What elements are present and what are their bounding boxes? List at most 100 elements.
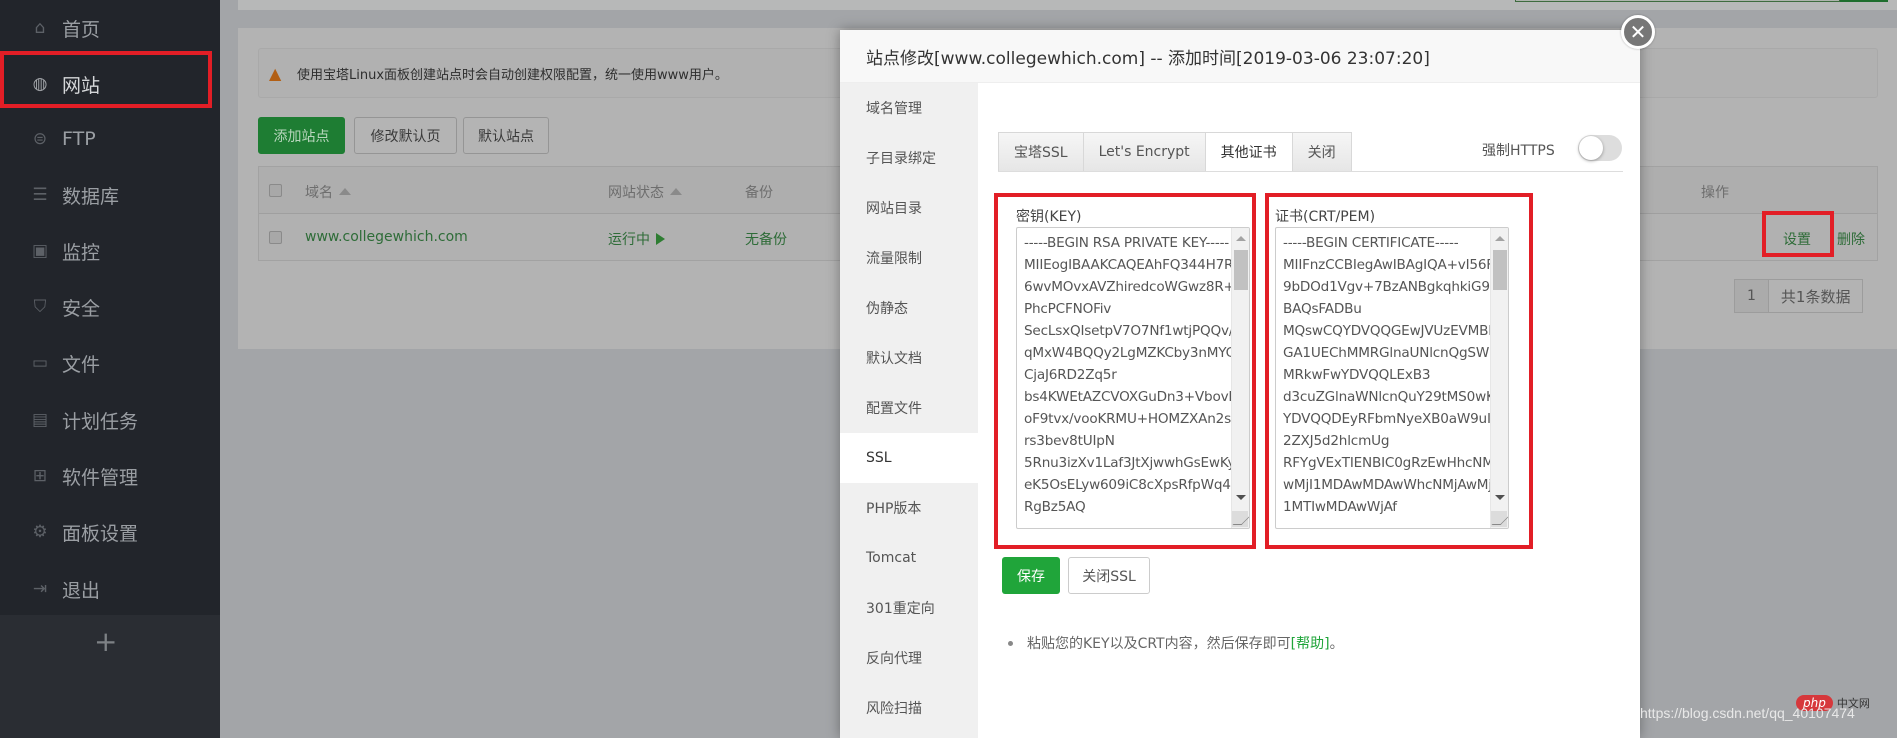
cert-scrollbar[interactable] [1490, 228, 1508, 528]
tabs-divider [998, 171, 1623, 172]
scroll-up-icon[interactable] [1236, 236, 1246, 241]
tab-close[interactable]: 关闭 [1291, 132, 1352, 172]
add-icon[interactable]: + [94, 625, 117, 658]
scroll-up-icon[interactable] [1495, 236, 1505, 241]
nav-item-subdir[interactable]: 子目录绑定 [840, 133, 978, 183]
search-input[interactable] [1515, 0, 1840, 2]
ftp-icon: ⊜ [32, 129, 48, 149]
nav-item-config-file[interactable]: 配置文件 [840, 383, 978, 433]
nav-item-risk-scan[interactable]: 风险扫描 [840, 683, 978, 733]
nav-item-rewrite[interactable]: 伪静态 [840, 283, 978, 333]
site-status[interactable]: 运行中 [608, 229, 665, 249]
sidebar-item-security[interactable]: ⛉ 安全 [0, 279, 220, 335]
site-domain-link[interactable]: www.collegewhich.com [305, 229, 468, 245]
play-icon [656, 233, 665, 245]
sidebar-item-label: 计划任务 [62, 410, 139, 433]
resize-grip-icon[interactable] [1491, 511, 1507, 527]
nav-item-tomcat[interactable]: Tomcat [840, 533, 978, 583]
scroll-thumb[interactable] [1234, 250, 1248, 290]
force-https-toggle[interactable] [1578, 135, 1622, 161]
column-domain[interactable]: 域名 [305, 182, 351, 202]
help-link[interactable]: [帮助] [1291, 633, 1330, 653]
nav-item-reverse-proxy[interactable]: 反向代理 [840, 633, 978, 683]
close-ssl-button[interactable]: 关闭SSL [1068, 557, 1150, 594]
scroll-down-icon[interactable] [1495, 495, 1505, 500]
key-section: 密钥(KEY) -----BEGIN RSA PRIVATE KEY----- … [994, 193, 1256, 549]
site-delete-link[interactable]: 删除 [1837, 229, 1865, 249]
sidebar-item-monitor[interactable]: ▣ 监控 [0, 223, 220, 279]
add-site-button[interactable]: 添加站点 [258, 117, 345, 154]
pagination: 1 共1条数据 [1734, 279, 1864, 313]
nav-item-php-version[interactable]: PHP版本 [840, 483, 978, 533]
bullet-icon [1008, 640, 1013, 646]
cert-section: 证书(CRT/PEM) -----BEGIN CERTIFICATE----- … [1265, 193, 1533, 549]
apps-grid-icon: ⊞ [32, 466, 48, 486]
tab-other-cert[interactable]: 其他证书 [1204, 132, 1292, 172]
nav-item-default-doc[interactable]: 默认文档 [840, 333, 978, 383]
sidebar-item-ftp[interactable]: ⊜ FTP [0, 111, 220, 167]
save-button[interactable]: 保存 [1002, 557, 1060, 594]
sort-icon [339, 188, 351, 195]
home-icon: ⌂ [34, 18, 46, 38]
sidebar-item-home[interactable]: ⌂ 首页 [0, 0, 220, 56]
default-site-button[interactable]: 默认站点 [463, 117, 549, 154]
website-highlight-box [0, 51, 212, 108]
nav-item-redirect[interactable]: 301重定向 [840, 583, 978, 633]
sidebar-item-cron[interactable]: ▤ 计划任务 [0, 392, 220, 448]
site-edit-modal: 站点修改[www.collegewhich.com] -- 添加时间[2019-… [840, 30, 1640, 738]
search-button[interactable] [1840, 0, 1888, 2]
notice-text: 使用宝塔Linux面板创建站点时会自动创建权限配置，统一使用www用户。 [297, 67, 728, 83]
sidebar-item-software[interactable]: ⊞ 软件管理 [0, 448, 220, 504]
logout-icon: ⇥ [32, 579, 48, 599]
edit-default-page-button[interactable]: 修改默认页 [354, 117, 457, 154]
force-https-label: 强制HTTPS [1482, 143, 1555, 159]
folder-icon: ▭ [31, 353, 49, 373]
sidebar: ⌂ 首页 ◍ 网站 ⊜ FTP ☰ 数据库 ▣ 监控 ⛉ 安全 ▭ 文件 ▤ 计 [0, 0, 220, 738]
nav-item-domain[interactable]: 域名管理 [840, 83, 978, 133]
sidebar-item-label: 退出 [62, 579, 101, 602]
key-textarea[interactable]: -----BEGIN RSA PRIVATE KEY----- MIIEogIB… [1016, 227, 1250, 529]
sidebar-item-files[interactable]: ▭ 文件 [0, 335, 220, 391]
nav-item-traffic-limit[interactable]: 流量限制 [840, 233, 978, 283]
key-label: 密钥(KEY) [1016, 209, 1082, 225]
sidebar-item-label: 监控 [62, 241, 101, 264]
modal-nav: 域名管理 子目录绑定 网站目录 流量限制 伪静态 默认文档 配置文件 SSL P… [840, 83, 978, 738]
sidebar-item-panel-settings[interactable]: ⚙ 面板设置 [0, 504, 220, 560]
cert-text: -----BEGIN CERTIFICATE----- MIIFnzCCBIeg… [1283, 235, 1509, 515]
row-checkbox[interactable] [269, 231, 282, 244]
ssl-panel: 宝塔SSL Let's Encrypt 其他证书 关闭 强制HTTPS 密钥(K… [978, 83, 1640, 738]
key-scrollbar[interactable] [1231, 228, 1249, 528]
page-number[interactable]: 1 [1735, 280, 1768, 312]
help-tip: 粘贴您的KEY以及CRT内容，然后保存即可 [帮助] 。 [1008, 633, 1344, 653]
total-count: 共1条数据 [1767, 280, 1863, 312]
scroll-down-icon[interactable] [1236, 495, 1246, 500]
nav-item-ssl[interactable]: SSL [840, 433, 978, 483]
site-backup-link[interactable]: 无备份 [745, 229, 787, 249]
sidebar-item-label: 首页 [62, 18, 101, 41]
sidebar-item-logout[interactable]: ⇥ 退出 [0, 561, 220, 617]
scroll-thumb[interactable] [1493, 250, 1507, 290]
warning-icon: ▲ [269, 64, 282, 83]
help-text: 粘贴您的KEY以及CRT内容，然后保存即可 [1027, 636, 1291, 652]
calendar-icon: ▤ [31, 410, 49, 430]
modal-header: 站点修改[www.collegewhich.com] -- 添加时间[2019-… [840, 30, 1640, 83]
tab-baota-ssl[interactable]: 宝塔SSL [998, 132, 1083, 172]
column-backup: 备份 [745, 185, 773, 201]
watermark-url: https://blog.csdn.net/qq_40107474 [1640, 705, 1855, 721]
close-icon: ✕ [1629, 20, 1647, 44]
tab-lets-encrypt[interactable]: Let's Encrypt [1082, 132, 1205, 172]
nav-item-site-dir[interactable]: 网站目录 [840, 183, 978, 233]
resize-grip-icon[interactable] [1232, 511, 1248, 527]
close-modal-button[interactable]: ✕ [1621, 15, 1655, 49]
gear-icon: ⚙ [32, 522, 48, 542]
monitor-icon: ▣ [31, 241, 49, 261]
ssl-tabs: 宝塔SSL Let's Encrypt 其他证书 关闭 [998, 132, 1352, 172]
column-status[interactable]: 网站状态 [608, 182, 682, 202]
sidebar-add-area: + [0, 615, 220, 738]
toggle-knob [1579, 136, 1603, 160]
select-all-checkbox[interactable] [269, 184, 282, 197]
sort-icon [670, 188, 682, 195]
cert-textarea[interactable]: -----BEGIN CERTIFICATE----- MIIFnzCCBIeg… [1275, 227, 1509, 529]
sidebar-item-database[interactable]: ☰ 数据库 [0, 167, 220, 223]
shield-icon: ⛉ [33, 297, 47, 317]
